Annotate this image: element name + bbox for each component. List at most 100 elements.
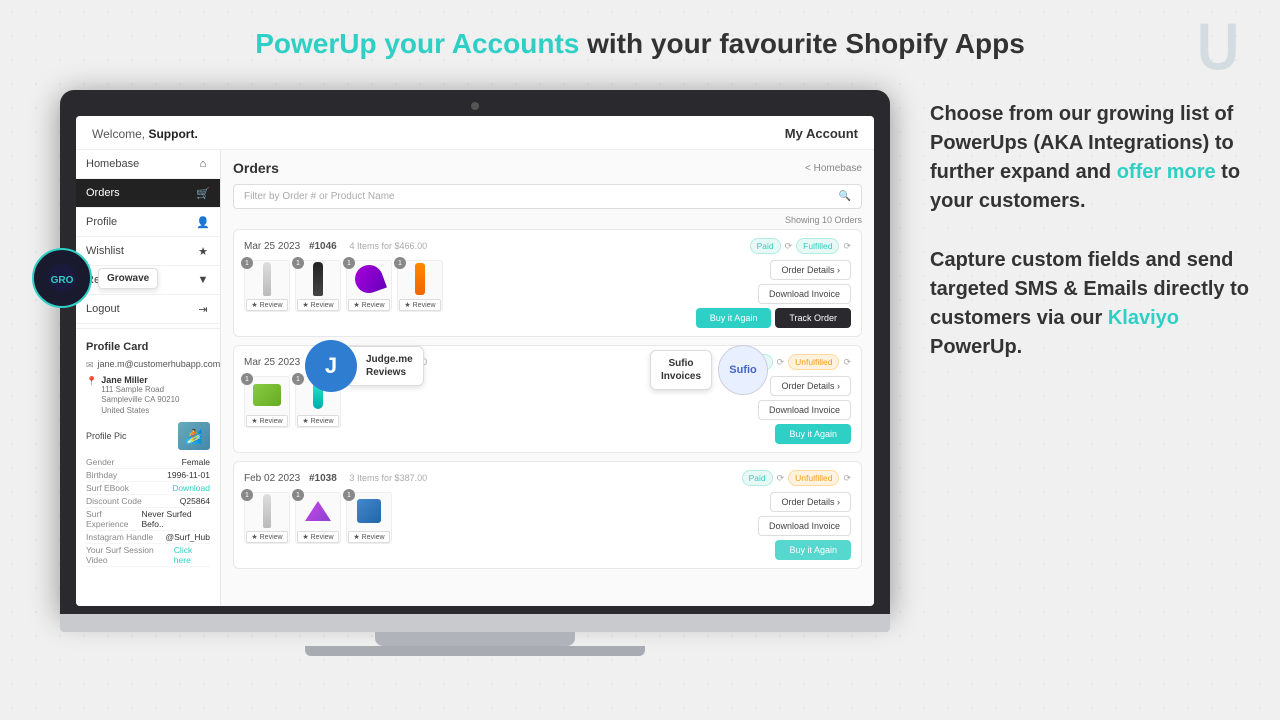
- order-search-bar[interactable]: Filter by Order # or Product Name 🔍: [233, 184, 862, 209]
- sidebar-item-orders[interactable]: Orders 🛒: [76, 179, 220, 208]
- badge-icon-4: ⟳: [843, 357, 851, 368]
- review-btn-2[interactable]: ★ Review: [297, 299, 338, 311]
- profile-pic-row: Profile Pic 🏄: [86, 422, 210, 450]
- review-btn-9[interactable]: ★ Review: [348, 531, 389, 543]
- birthday-value: 1996-11-01: [167, 470, 210, 480]
- video-label: Your Surf Session Video: [86, 545, 174, 565]
- order-1046-badges: Paid ⟳ Fulfilled ⟳: [750, 238, 851, 254]
- order-1038-id: #1038: [309, 473, 337, 484]
- order-details-btn-1046[interactable]: Order Details ›: [770, 260, 851, 280]
- sufio-line1: Sufio: [661, 357, 701, 370]
- sidebar-label-profile: Profile: [86, 216, 117, 228]
- field-surf-exp: Surf Experience Never Surfed Befo..: [86, 508, 210, 531]
- laptop-base: [305, 646, 645, 656]
- page-header: PowerUp your Accounts with your favourit…: [0, 28, 1280, 60]
- badge-paid-1046: Paid: [750, 238, 781, 254]
- growave-label: Growave: [98, 268, 158, 289]
- buy-again-btn-1046[interactable]: Buy it Again: [696, 308, 772, 328]
- order-1046-actions: Order Details › Download Invoice Buy it …: [696, 260, 851, 328]
- order-item-7: 1 ★ Review: [244, 492, 290, 544]
- profile-pic-label: Profile Pic: [86, 431, 127, 441]
- welcome-text: Welcome, Support.: [92, 127, 198, 141]
- order-1046-id: #1046: [309, 241, 337, 252]
- buy-again-btn-1045[interactable]: Buy it Again: [775, 424, 851, 444]
- order-1038-items: 1 ★ Review 1 ★ Review: [244, 492, 392, 544]
- badge-icon-6: ⟳: [843, 473, 851, 484]
- order-1038-date: Feb 02 2023: [244, 473, 300, 484]
- order-card-1046: Mar 25 2023 #1046 4 Items for $466.00 Pa…: [233, 229, 862, 337]
- field-surf-ebook: Surf EBook Download: [86, 482, 210, 495]
- order-1046-items: 1 ★ Review 1 ★ Review: [244, 260, 443, 312]
- video-value: Click here: [174, 545, 210, 565]
- order-details-btn-1038[interactable]: Order Details ›: [770, 492, 851, 512]
- badge-unfulfilled-1045: Unfulfilled: [788, 354, 839, 370]
- profile-pic-thumbnail: 🏄: [178, 422, 210, 450]
- growave-badge: GRO Growave: [32, 248, 158, 308]
- growave-logo-circle: GRO: [32, 248, 92, 308]
- order-1046-meta: Mar 25 2023 #1046 4 Items for $466.00: [244, 241, 427, 252]
- sidebar-label-orders: Orders: [86, 187, 120, 199]
- review-btn-3[interactable]: ★ Review: [348, 299, 389, 311]
- surf-exp-label: Surf Experience: [86, 509, 142, 529]
- laptop-stand: [375, 632, 575, 646]
- surf-ebook-label: Surf EBook: [86, 483, 129, 493]
- profile-email-row: ✉ jane.m@customerhubapp.com: [86, 359, 210, 371]
- right-text-1: Choose from our growing list of PowerUps…: [930, 100, 1250, 216]
- profile-name: Jane Miller: [101, 375, 179, 385]
- right-content: Choose from our growing list of PowerUps…: [930, 100, 1250, 392]
- badge-fulfilled-1046: Fulfilled: [796, 238, 839, 254]
- discount-value: Q25864: [180, 496, 210, 506]
- order-details-btn-1045[interactable]: Order Details ›: [770, 376, 851, 396]
- badge-paid-1038: Paid: [742, 470, 773, 486]
- download-invoice-btn-1038[interactable]: Download Invoice: [758, 516, 851, 536]
- badge-icon-2: ⟳: [843, 241, 851, 252]
- judgeme-line2: Reviews: [366, 366, 413, 379]
- review-btn-4[interactable]: ★ Review: [399, 299, 440, 311]
- breadcrumb-homebase[interactable]: < Homebase: [805, 163, 862, 174]
- field-discount: Discount Code Q25864: [86, 495, 210, 508]
- order-1038-badges: Paid ⟳ Unfulfilled ⟳: [742, 470, 851, 486]
- surf-exp-value: Never Surfed Befo..: [142, 509, 211, 529]
- gift-icon: ▼: [196, 273, 210, 287]
- right-block-1: Choose from our growing list of PowerUps…: [930, 100, 1250, 216]
- badge-icon-3: ⟳: [777, 357, 785, 368]
- profile-name-row: 📍 Jane Miller 111 Sample Road Samplevill…: [86, 375, 210, 416]
- buy-again-btn-1038[interactable]: Buy it Again: [775, 540, 851, 560]
- download-invoice-btn-1046[interactable]: Download Invoice: [758, 284, 851, 304]
- review-btn-5[interactable]: ★ Review: [246, 415, 287, 427]
- discount-label: Discount Code: [86, 496, 142, 506]
- birthday-label: Birthday: [86, 470, 117, 480]
- svg-text:GRO: GRO: [51, 275, 74, 286]
- review-btn-1[interactable]: ★ Review: [246, 299, 287, 311]
- order-1038-actions: Order Details › Download Invoice Buy it …: [758, 492, 851, 560]
- order-1045-actions: Order Details › Download Invoice Buy it …: [758, 376, 851, 444]
- cart-icon: 🛒: [196, 186, 210, 200]
- review-btn-8[interactable]: ★ Review: [297, 531, 338, 543]
- order-item-4: 1 ★ Review: [397, 260, 443, 312]
- order-item-9: 1 ★ Review: [346, 492, 392, 544]
- instagram-label: Instagram Handle: [86, 532, 153, 542]
- gender-value: Female: [182, 457, 210, 467]
- track-order-btn-1046[interactable]: Track Order: [775, 308, 851, 328]
- review-btn-6[interactable]: ★ Review: [297, 415, 338, 427]
- field-birthday: Birthday 1996-11-01: [86, 469, 210, 482]
- review-btn-7[interactable]: ★ Review: [246, 531, 287, 543]
- sidebar-item-profile[interactable]: Profile 👤: [76, 208, 220, 237]
- field-instagram: Instagram Handle @Surf_Hub: [86, 531, 210, 544]
- sufio-logo-text: Sufio: [729, 364, 757, 376]
- showing-orders-count: Showing 10 Orders: [233, 215, 862, 225]
- badge-unfulfilled-1038: Unfulfilled: [788, 470, 839, 486]
- judgeme-label: Judge.me Reviews: [349, 346, 424, 386]
- judgeme-letter: J: [325, 353, 337, 379]
- username: Support.: [148, 127, 197, 141]
- sufio-line2: Invoices: [661, 370, 701, 383]
- sidebar-label-homebase: Homebase: [86, 158, 139, 170]
- download-invoice-btn-1045[interactable]: Download Invoice: [758, 400, 851, 420]
- sufio-badge: Sufio Invoices Sufio: [650, 345, 768, 395]
- order-1046-count: 4 Items for $466.00: [350, 241, 428, 251]
- sidebar-item-homebase[interactable]: Homebase ⌂: [76, 150, 220, 179]
- order-1038-meta: Feb 02 2023 #1038 3 Items for $387.00: [244, 473, 427, 484]
- field-video: Your Surf Session Video Click here: [86, 544, 210, 567]
- orders-title: Orders: [233, 160, 279, 176]
- order-item-2: 1 ★ Review: [295, 260, 341, 312]
